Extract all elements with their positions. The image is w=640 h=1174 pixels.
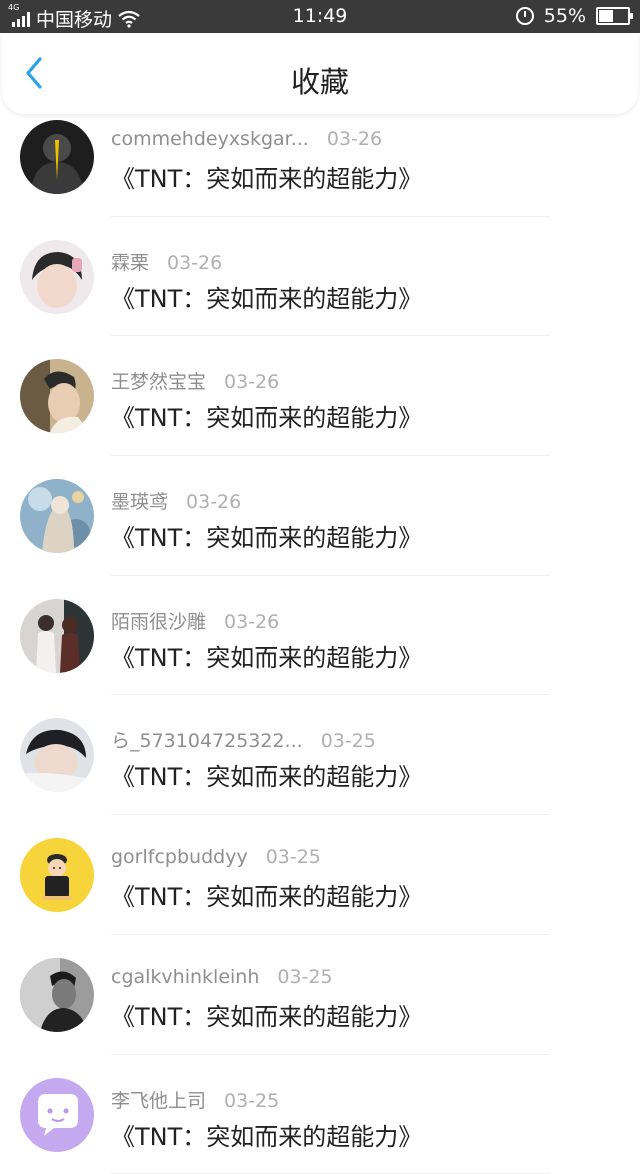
username[interactable]: ら_573104725322... <box>111 730 303 752</box>
work-title[interactable]: 《TNT：突如而来的超能力》 <box>111 757 422 792</box>
work-title[interactable]: 《TNT：突如而来的超能力》 <box>111 518 422 553</box>
nav-header: 收藏 <box>2 33 638 114</box>
work-title[interactable]: 《TNT：突如而来的超能力》 <box>111 398 422 433</box>
work-title[interactable]: 《TNT：突如而来的超能力》 <box>111 159 422 194</box>
page-title: 收藏 <box>2 59 638 101</box>
item-date: 03-25 <box>321 730 376 752</box>
username[interactable]: gorlfcpbuddyy <box>111 846 248 868</box>
item-meta: gorlfcpbuddyy 03-25 <box>111 846 321 868</box>
item-date: 03-25 <box>224 1090 279 1112</box>
avatar[interactable] <box>20 479 94 553</box>
username[interactable]: 王梦然宝宝 <box>111 371 206 393</box>
item-meta: 王梦然宝宝 03-26 <box>111 367 279 394</box>
work-title[interactable]: 《TNT：突如而来的超能力》 <box>111 997 422 1032</box>
list-item[interactable]: ら_573104725322... 03-25 《TNT：突如而来的超能力》 <box>0 695 640 815</box>
item-date: 03-25 <box>266 846 321 868</box>
username[interactable]: 墨瑛鸢 <box>111 491 168 513</box>
item-meta: ら_573104725322... 03-25 <box>111 726 376 753</box>
battery-fill <box>599 10 613 22</box>
list-item[interactable]: gorlfcpbuddyy 03-25 《TNT：突如而来的超能力》 <box>0 815 640 935</box>
avatar[interactable] <box>20 120 94 194</box>
item-date: 03-26 <box>224 611 279 633</box>
avatar[interactable] <box>20 599 94 673</box>
username[interactable]: cgalkvhinkleinh <box>111 966 259 988</box>
work-title[interactable]: 《TNT：突如而来的超能力》 <box>111 638 422 673</box>
battery-icon <box>596 7 630 25</box>
item-date: 03-25 <box>277 966 332 988</box>
avatar[interactable] <box>20 1078 94 1152</box>
list-item[interactable]: 墨瑛鸢 03-26 《TNT：突如而来的超能力》 <box>0 456 640 576</box>
avatar[interactable] <box>20 958 94 1032</box>
status-bar: 4G 中国移动 11:49 55% <box>0 0 640 33</box>
username[interactable]: 陌雨很沙雕 <box>111 611 206 633</box>
avatar[interactable] <box>20 359 94 433</box>
item-meta: 霖栗 03-26 <box>111 248 222 275</box>
work-title[interactable]: 《TNT：突如而来的超能力》 <box>111 877 422 912</box>
item-date: 03-26 <box>327 128 382 150</box>
item-meta: 陌雨很沙雕 03-26 <box>111 607 279 634</box>
favorites-list: commehdeyxskgar... 03-26 《TNT：突如而来的超能力》 霖… <box>0 97 640 1174</box>
item-meta: cgalkvhinkleinh 03-25 <box>111 966 333 988</box>
item-meta: commehdeyxskgar... 03-26 <box>111 128 382 150</box>
avatar[interactable] <box>20 240 94 314</box>
avatar[interactable] <box>20 718 94 792</box>
alarm-icon <box>516 7 534 25</box>
item-meta: 墨瑛鸢 03-26 <box>111 487 241 514</box>
username[interactable]: 李飞他上司 <box>111 1090 206 1112</box>
list-item[interactable]: commehdeyxskgar... 03-26 《TNT：突如而来的超能力》 <box>0 97 640 217</box>
avatar[interactable] <box>20 838 94 912</box>
work-title[interactable]: 《TNT：突如而来的超能力》 <box>111 1117 422 1152</box>
item-date: 03-26 <box>167 252 222 274</box>
status-right: 55% <box>516 5 630 27</box>
battery-percent: 55% <box>544 5 586 27</box>
item-date: 03-26 <box>186 491 241 513</box>
item-meta: 李飞他上司 03-25 <box>111 1086 279 1113</box>
list-item[interactable]: 霖栗 03-26 《TNT：突如而来的超能力》 <box>0 217 640 337</box>
list-item[interactable]: 李飞他上司 03-25 《TNT：突如而来的超能力》 <box>0 1055 640 1174</box>
work-title[interactable]: 《TNT：突如而来的超能力》 <box>111 279 422 314</box>
item-date: 03-26 <box>224 371 279 393</box>
list-item[interactable]: 王梦然宝宝 03-26 《TNT：突如而来的超能力》 <box>0 336 640 456</box>
username[interactable]: commehdeyxskgar... <box>111 128 309 150</box>
username[interactable]: 霖栗 <box>111 252 149 274</box>
list-item[interactable]: 陌雨很沙雕 03-26 《TNT：突如而来的超能力》 <box>0 576 640 696</box>
list-item[interactable]: cgalkvhinkleinh 03-25 《TNT：突如而来的超能力》 <box>0 935 640 1055</box>
